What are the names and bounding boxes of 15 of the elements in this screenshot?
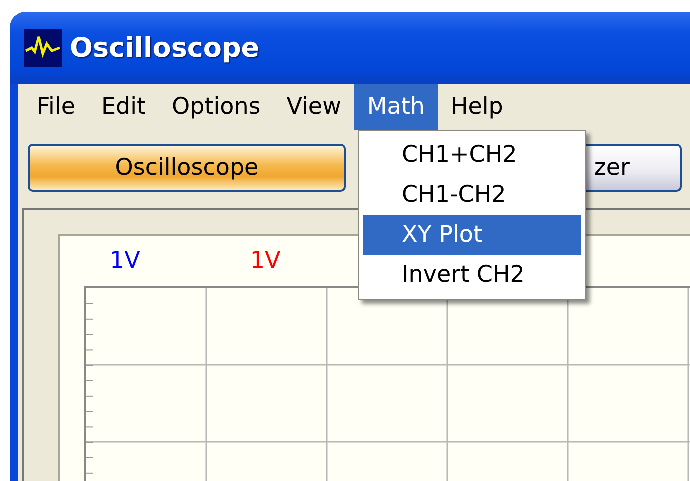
waveform-icon — [24, 29, 62, 67]
menu-item[interactable]: Edit — [88, 84, 160, 130]
menu-item[interactable]: Math — [354, 84, 438, 130]
menu-option[interactable]: Invert CH2 — [363, 255, 581, 295]
menu-option[interactable]: CH1-CH2 — [363, 175, 581, 215]
channel-scale-label: 1V — [250, 248, 281, 274]
menu-item[interactable]: View — [274, 84, 354, 130]
menu-item[interactable]: Help — [438, 84, 516, 130]
window-title: Oscilloscope — [70, 32, 260, 64]
mode-button[interactable]: Oscilloscope — [28, 144, 346, 192]
menu-item[interactable]: Options — [159, 84, 274, 130]
menu-option[interactable]: CH1+CH2 — [363, 135, 581, 175]
menu-option[interactable]: XY Plot — [363, 215, 581, 255]
channel-scale-label: 1V — [110, 248, 140, 274]
menu-item[interactable]: File — [24, 84, 88, 130]
